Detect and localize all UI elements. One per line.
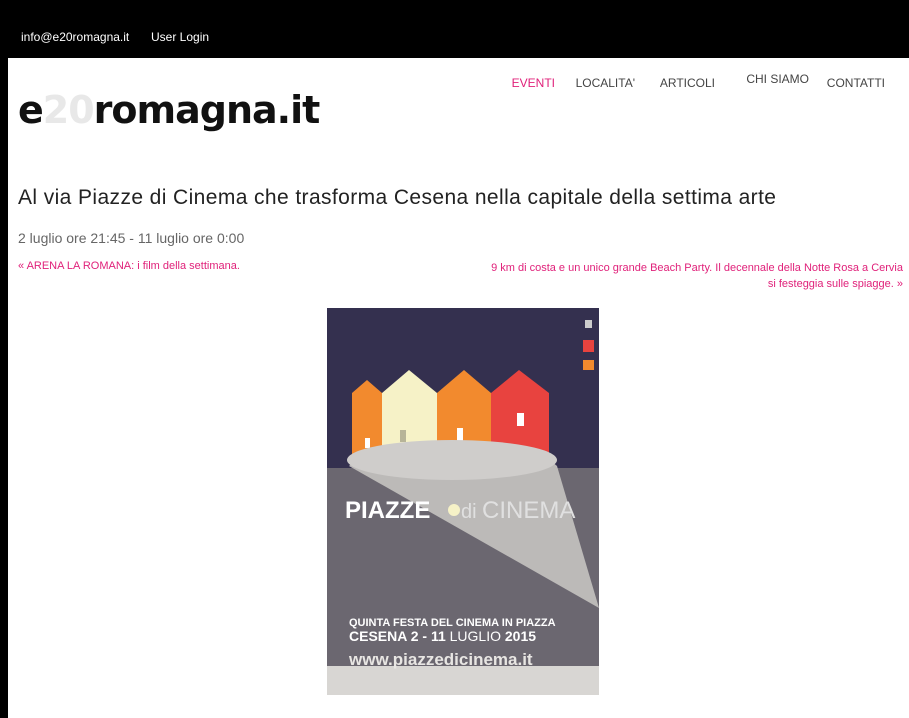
logo-part-20: 20 [42, 88, 95, 132]
email-link[interactable]: info@e20romagna.it [21, 30, 129, 44]
event-poster[interactable]: PIAZZE di CINEMA QUINTA FESTA DEL CINEMA… [327, 308, 599, 695]
nav-item-eventi[interactable]: EVENTI [512, 76, 555, 90]
page-frame: info@e20romagna.it User Login e20romagna… [8, 8, 909, 718]
nav-item-articoli[interactable]: ARTICOLI [660, 76, 715, 90]
logo-part-e: e [18, 88, 44, 132]
article-title: Al via Piazze di Cinema che trasforma Ce… [18, 186, 777, 209]
lens-icon [448, 504, 460, 516]
next-article-link[interactable]: 9 km di costa e un unico grande Beach Pa… [483, 260, 903, 292]
event-date: 2 luglio ore 21:45 - 11 luglio ore 0:00 [18, 230, 245, 246]
top-bar: info@e20romagna.it User Login [8, 8, 909, 58]
nav-item-contatti[interactable]: CONTATTI [827, 76, 885, 90]
site-logo[interactable]: e20romagna.it [18, 88, 321, 134]
poster-dates-line: CESENA 2 - 11 LUGLIO 2015 [349, 628, 536, 644]
poster-title-right: CINEMA [482, 497, 575, 524]
poster-title-di: di [461, 501, 477, 523]
previous-article-link[interactable]: « ARENA LA ROMANA: i film della settiman… [18, 260, 240, 272]
user-login-link[interactable]: User Login [151, 30, 209, 44]
logo-part-romagna: romagna.it [93, 88, 321, 132]
poster-url: www.piazzedicinema.it [348, 650, 533, 669]
hill-shape [347, 440, 557, 480]
poster-bottom-band [327, 666, 599, 695]
nav-item-localita[interactable]: LOCALITA' [576, 76, 635, 90]
poster-title-left: PIAZZE [345, 497, 430, 524]
nav-item-chi-siamo[interactable]: CHI SIAMO [746, 72, 809, 86]
